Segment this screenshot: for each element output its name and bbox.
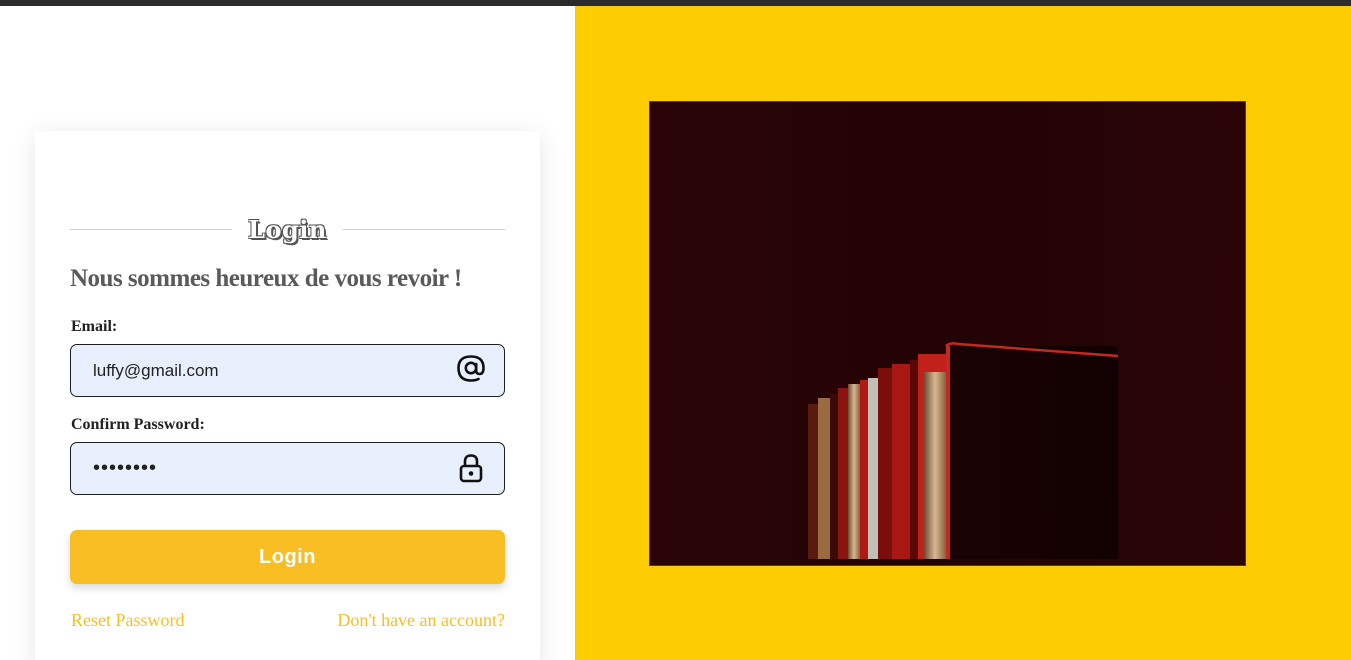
books-illustration	[650, 102, 1245, 565]
heading-divider-left	[70, 229, 232, 230]
welcome-subtitle: Nous sommes heureux de vous revoir !	[70, 265, 462, 292]
signup-link[interactable]: Don't have an account?	[337, 610, 505, 631]
login-button[interactable]: Login	[70, 530, 505, 584]
heading-divider-right	[343, 229, 505, 230]
password-field[interactable]	[93, 443, 453, 494]
at-icon	[457, 355, 485, 382]
lock-icon	[459, 454, 483, 483]
login-heading: Login	[248, 215, 327, 244]
email-field[interactable]	[93, 345, 453, 396]
email-label: Email:	[71, 318, 118, 335]
books-photo	[649, 101, 1246, 566]
email-field-wrapper	[70, 344, 505, 397]
password-field-wrapper	[70, 442, 505, 495]
password-label: Confirm Password:	[71, 416, 205, 433]
reset-password-link[interactable]: Reset Password	[71, 610, 185, 631]
